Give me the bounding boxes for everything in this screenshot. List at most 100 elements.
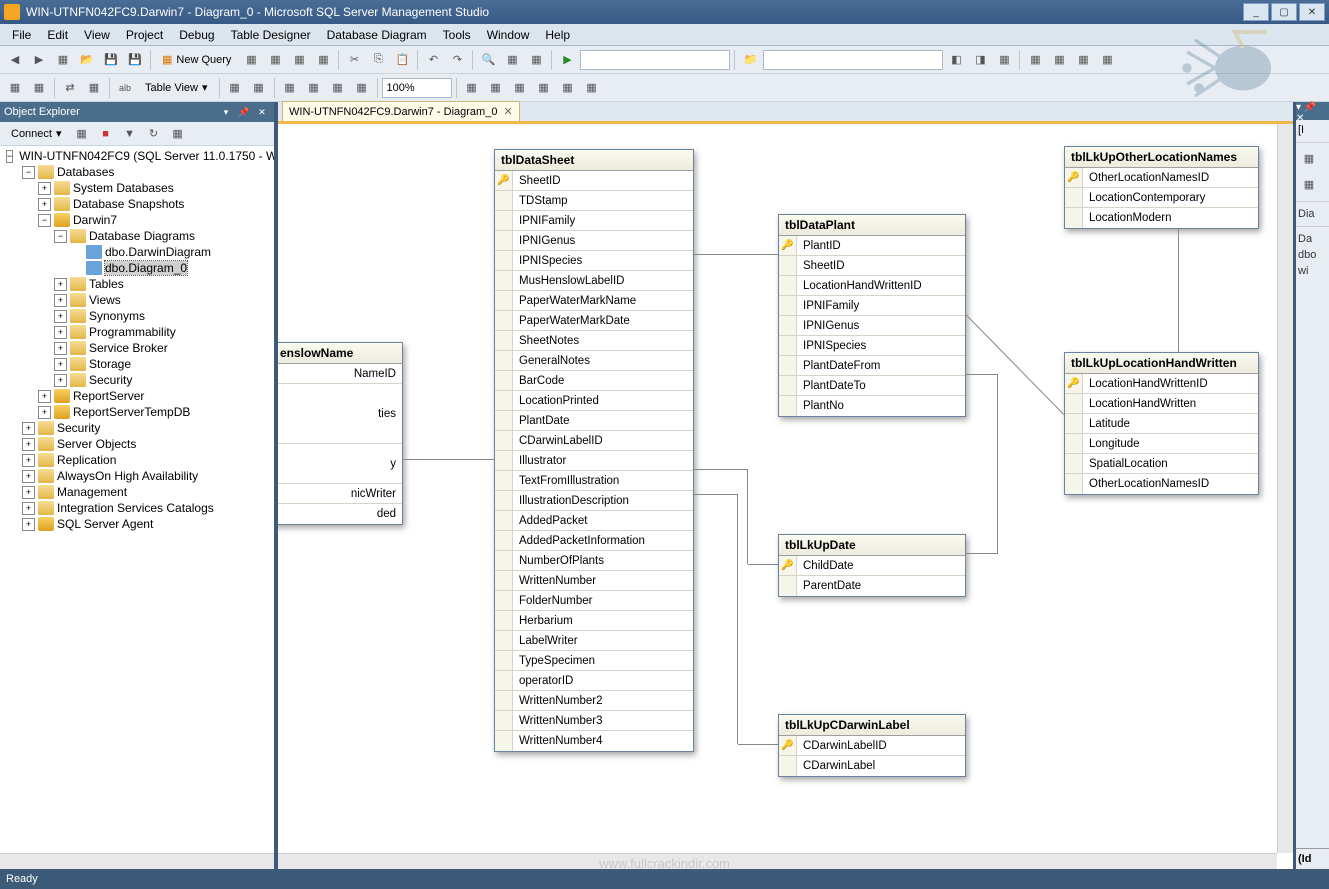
table-tblDataPlant[interactable]: tblDataPlant🔑PlantIDSheetIDLocationHandW…: [778, 214, 966, 417]
table-tblLkUpDate[interactable]: tblLkUpDate🔑ChildDateParentDate: [778, 534, 966, 597]
menu-window[interactable]: Window: [479, 26, 538, 44]
table-tblLkUpCDarwinLabel[interactable]: tblLkUpCDarwinLabel🔑CDarwinLabelIDCDarwi…: [778, 714, 966, 777]
expand-icon[interactable]: +: [54, 294, 67, 307]
refresh-icon[interactable]: ↻: [143, 123, 165, 145]
tree-sb[interactable]: Service Broker: [89, 341, 168, 355]
expand-icon[interactable]: +: [22, 422, 35, 435]
tree-mgmt[interactable]: Management: [57, 485, 127, 499]
table-header[interactable]: tblDataSheet: [495, 150, 693, 171]
column-name[interactable]: LocationHandWrittenID: [1083, 378, 1258, 390]
tab-close-icon[interactable]: ✕: [503, 105, 512, 118]
relationship-icon[interactable]: ⇄: [59, 77, 81, 99]
column-name[interactable]: CDarwinLabel: [797, 760, 965, 772]
table-henslowName[interactable]: enslowNameNameIDtiesynicWriterded: [278, 342, 403, 525]
column-name[interactable]: TDStamp: [513, 195, 693, 207]
tree-repl[interactable]: Replication: [57, 453, 116, 467]
diagram-canvas[interactable]: tblDataSheet🔑SheetIDTDStampIPNIFamilyIPN…: [278, 124, 1293, 869]
column-name[interactable]: PlantID: [797, 240, 965, 252]
expand-icon[interactable]: −: [6, 150, 13, 163]
menu-file[interactable]: File: [4, 26, 39, 44]
expand-icon[interactable]: +: [54, 374, 67, 387]
tool-icon-e6[interactable]: ▦: [581, 77, 603, 99]
tree-databases[interactable]: Databases: [57, 165, 114, 179]
tree-tables[interactable]: Tables: [89, 277, 124, 291]
column-name[interactable]: nicWriter: [278, 488, 402, 500]
table-header[interactable]: enslowName: [278, 343, 402, 364]
right-panel-header[interactable]: ▾ 📌 ✕: [1296, 102, 1329, 120]
right-tool-2[interactable]: ▦: [1298, 173, 1320, 195]
toolbar-icon-7[interactable]: ◧: [945, 49, 967, 71]
folder-icon[interactable]: 📁: [739, 49, 761, 71]
alb-icon[interactable]: alb: [114, 77, 136, 99]
copy-icon[interactable]: ⎘: [367, 49, 389, 71]
column-name[interactable]: NameID: [278, 368, 402, 380]
menu-help[interactable]: Help: [537, 26, 578, 44]
column-name[interactable]: PlantDateFrom: [797, 360, 965, 372]
column-name[interactable]: PlantDateTo: [797, 380, 965, 392]
tree-diag1[interactable]: dbo.DarwinDiagram: [105, 245, 211, 259]
expand-icon[interactable]: +: [22, 438, 35, 451]
column-name[interactable]: PlantDate: [513, 415, 693, 427]
column-name[interactable]: GeneralNotes: [513, 355, 693, 367]
column-name[interactable]: PaperWaterMarkDate: [513, 315, 693, 327]
menu-project[interactable]: Project: [118, 26, 171, 44]
tool-icon-c2[interactable]: ▦: [248, 77, 270, 99]
close-button[interactable]: ✕: [1299, 3, 1325, 21]
tool-icon-b2[interactable]: ▦: [83, 77, 105, 99]
new-project-icon[interactable]: ▦: [52, 49, 74, 71]
menu-view[interactable]: View: [76, 26, 118, 44]
column-name[interactable]: Herbarium: [513, 615, 693, 627]
tree-sobj[interactable]: Server Objects: [57, 437, 136, 451]
oe-scrollbar[interactable]: [0, 853, 274, 869]
table-header[interactable]: tblLkUpDate: [779, 535, 965, 556]
column-name[interactable]: WrittenNumber4: [513, 735, 693, 747]
expand-icon[interactable]: +: [38, 182, 51, 195]
execute-icon[interactable]: ▶: [556, 49, 578, 71]
menu-debug[interactable]: Debug: [171, 26, 222, 44]
tree-diag2[interactable]: dbo.Diagram_0: [105, 261, 187, 275]
tool-icon-d3[interactable]: ▦: [327, 77, 349, 99]
new-table-icon[interactable]: ▦: [4, 77, 26, 99]
redo-icon[interactable]: ↷: [446, 49, 468, 71]
column-name[interactable]: CDarwinLabelID: [797, 740, 965, 752]
column-name[interactable]: operatorID: [513, 675, 693, 687]
tree-isc[interactable]: Integration Services Catalogs: [57, 501, 214, 515]
toolbar-icon-4[interactable]: ▦: [312, 49, 334, 71]
tool-icon-e3[interactable]: ▦: [509, 77, 531, 99]
toolbar-icon-5[interactable]: ▦: [501, 49, 523, 71]
expand-icon[interactable]: +: [54, 310, 67, 323]
tab-diagram-0[interactable]: WIN-UTNFN042FC9.Darwin7 - Diagram_0 ✕: [282, 101, 520, 121]
table-view-dropdown[interactable]: Table View ▾: [138, 77, 215, 99]
column-name[interactable]: BarCode: [513, 375, 693, 387]
paste-icon[interactable]: 📋: [391, 49, 413, 71]
cut-icon[interactable]: ✂: [343, 49, 365, 71]
table-header[interactable]: tblDataPlant: [779, 215, 965, 236]
zoom-combo[interactable]: 100%: [382, 78, 452, 98]
column-name[interactable]: WrittenNumber: [513, 575, 693, 587]
tree-rs[interactable]: ReportServer: [73, 389, 144, 403]
right-tool-1[interactable]: ▦: [1298, 147, 1320, 169]
tree-syn[interactable]: Synonyms: [89, 309, 145, 323]
tree-aoha[interactable]: AlwaysOn High Availability: [57, 469, 198, 483]
column-name[interactable]: CDarwinLabelID: [513, 435, 693, 447]
column-name[interactable]: TypeSpecimen: [513, 655, 693, 667]
expand-icon[interactable]: +: [54, 358, 67, 371]
horizontal-scrollbar[interactable]: [278, 853, 1277, 869]
tree-darwin7[interactable]: Darwin7: [73, 213, 117, 227]
expand-icon[interactable]: +: [54, 278, 67, 291]
panel-dropdown-icon[interactable]: ▾: [218, 105, 234, 119]
column-name[interactable]: SheetID: [797, 260, 965, 272]
column-name[interactable]: IPNIFamily: [797, 300, 965, 312]
expand-icon[interactable]: +: [38, 390, 51, 403]
save-icon[interactable]: 💾: [100, 49, 122, 71]
column-name[interactable]: IPNIGenus: [513, 235, 693, 247]
filter-icon[interactable]: ▼: [119, 123, 141, 145]
save-all-icon[interactable]: 💾: [124, 49, 146, 71]
column-name[interactable]: Longitude: [1083, 438, 1258, 450]
toolbar-icon-9[interactable]: ▦: [993, 49, 1015, 71]
column-name[interactable]: TextFromIllustration: [513, 475, 693, 487]
tree-sec[interactable]: Security: [57, 421, 100, 435]
toolbar-icon-2[interactable]: ▦: [264, 49, 286, 71]
column-name[interactable]: OtherLocationNamesID: [1083, 172, 1258, 184]
expand-icon[interactable]: +: [54, 342, 67, 355]
